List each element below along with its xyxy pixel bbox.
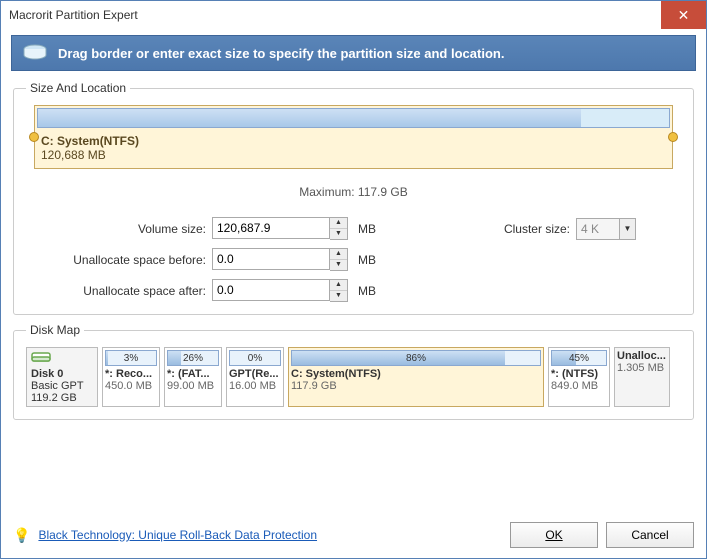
disk-map-group: Disk Map Disk 0 Basic GPT 119.2 GB 3%*: … xyxy=(13,323,694,420)
partition-size: 1.305 MB xyxy=(617,362,667,374)
unalloc-before-input[interactable]: ▲▼ xyxy=(212,248,352,271)
size-location-group: Size And Location C: System(NTFS) 120,68… xyxy=(13,81,694,315)
unalloc-after-label: Unallocate space after: xyxy=(66,284,206,298)
cluster-size-select[interactable]: ▼ xyxy=(576,218,636,240)
partition-usage-bar: 45% xyxy=(551,350,607,366)
partition-pct: 0% xyxy=(230,351,280,367)
footer-link[interactable]: Black Technology: Unique Roll-Back Data … xyxy=(38,528,317,542)
drive-icon xyxy=(31,350,93,368)
partition-slider[interactable]: C: System(NTFS) 120,688 MB xyxy=(26,105,681,169)
unit-mb: MB xyxy=(358,284,388,298)
cancel-button[interactable]: Cancel xyxy=(606,522,694,548)
spin-down-icon[interactable]: ▼ xyxy=(330,229,347,239)
spin-up-icon[interactable]: ▲ xyxy=(330,280,347,291)
unalloc-before-label: Unallocate space before: xyxy=(66,253,206,267)
spin-down-icon[interactable]: ▼ xyxy=(330,291,347,301)
partition-usage-bar: 0% xyxy=(229,350,281,366)
partition-item[interactable]: 3%*: Reco...450.0 MB xyxy=(102,347,160,407)
partition-item[interactable]: Unalloc...1.305 MB xyxy=(614,347,670,407)
disk-name: Disk 0 xyxy=(31,368,93,380)
spin-down-icon[interactable]: ▼ xyxy=(330,260,347,270)
partition-usage-bar: 86% xyxy=(291,350,541,366)
partition-info: C: System(NTFS) 120,688 MB xyxy=(35,130,672,168)
partition-name: *: Reco... xyxy=(105,368,157,380)
partition-pct: 86% xyxy=(292,351,540,367)
close-icon: ✕ xyxy=(678,7,690,24)
titlebar: Macrorit Partition Expert ✕ xyxy=(1,1,706,29)
partition-name: *: (NTFS) xyxy=(551,368,607,380)
unit-mb: MB xyxy=(358,253,388,267)
size-location-legend: Size And Location xyxy=(26,81,130,95)
partition-free-band xyxy=(581,109,669,127)
spin-up-icon[interactable]: ▲ xyxy=(330,218,347,229)
partition-item[interactable]: 86%C: System(NTFS)117.9 GB xyxy=(288,347,544,407)
partition-size: 849.0 MB xyxy=(551,380,607,392)
partition-size: 120,688 MB xyxy=(41,148,666,162)
partition-item[interactable]: 45%*: (NTFS)849.0 MB xyxy=(548,347,610,407)
resize-handle-left[interactable] xyxy=(29,132,39,142)
partition-size: 117.9 GB xyxy=(291,380,541,392)
partition-size: 16.00 MB xyxy=(229,380,281,392)
disk-size: 119.2 GB xyxy=(31,392,93,404)
disk-type: Basic GPT xyxy=(31,380,93,392)
partition-size: 450.0 MB xyxy=(105,380,157,392)
partition-pct: 45% xyxy=(552,351,606,367)
partition-pct: 3% xyxy=(106,351,156,367)
disk-map-legend: Disk Map xyxy=(26,323,84,337)
disk-summary: Disk 0 Basic GPT 119.2 GB xyxy=(26,347,98,407)
cluster-size-label: Cluster size: xyxy=(480,222,570,236)
partition-item[interactable]: 0%GPT(Re...16.00 MB xyxy=(226,347,284,407)
partition-bar: C: System(NTFS) 120,688 MB xyxy=(34,105,673,169)
partition-name: C: System(NTFS) xyxy=(291,368,541,380)
partition-size: 99.00 MB xyxy=(167,380,219,392)
window-title: Macrorit Partition Expert xyxy=(9,8,661,22)
unit-mb: MB xyxy=(358,222,388,236)
instruction-banner: Drag border or enter exact size to speci… xyxy=(11,35,696,71)
partition-usage-band xyxy=(37,108,670,128)
partition-name: Unalloc... xyxy=(617,350,667,362)
partition-name: GPT(Re... xyxy=(229,368,281,380)
spin-up-icon[interactable]: ▲ xyxy=(330,249,347,260)
partition-item[interactable]: 26%*: (FAT...99.00 MB xyxy=(164,347,222,407)
volume-size-label: Volume size: xyxy=(66,222,206,236)
partition-pct: 26% xyxy=(168,351,218,367)
maximum-label: Maximum: 117.9 GB xyxy=(26,185,681,199)
unalloc-after-input[interactable]: ▲▼ xyxy=(212,279,352,302)
partition-name: *: (FAT... xyxy=(167,368,219,380)
resize-handle-right[interactable] xyxy=(668,132,678,142)
volume-size-input[interactable]: ▲▼ xyxy=(212,217,352,240)
disk-icon xyxy=(22,44,48,62)
lightbulb-icon: 💡 xyxy=(13,527,30,544)
partition-usage-bar: 3% xyxy=(105,350,157,366)
partition-label: C: System(NTFS) xyxy=(41,134,666,148)
chevron-down-icon[interactable]: ▼ xyxy=(620,218,636,240)
banner-text: Drag border or enter exact size to speci… xyxy=(58,46,504,61)
partition-usage-bar: 26% xyxy=(167,350,219,366)
ok-button[interactable]: OK xyxy=(510,522,598,548)
close-button[interactable]: ✕ xyxy=(661,1,706,29)
